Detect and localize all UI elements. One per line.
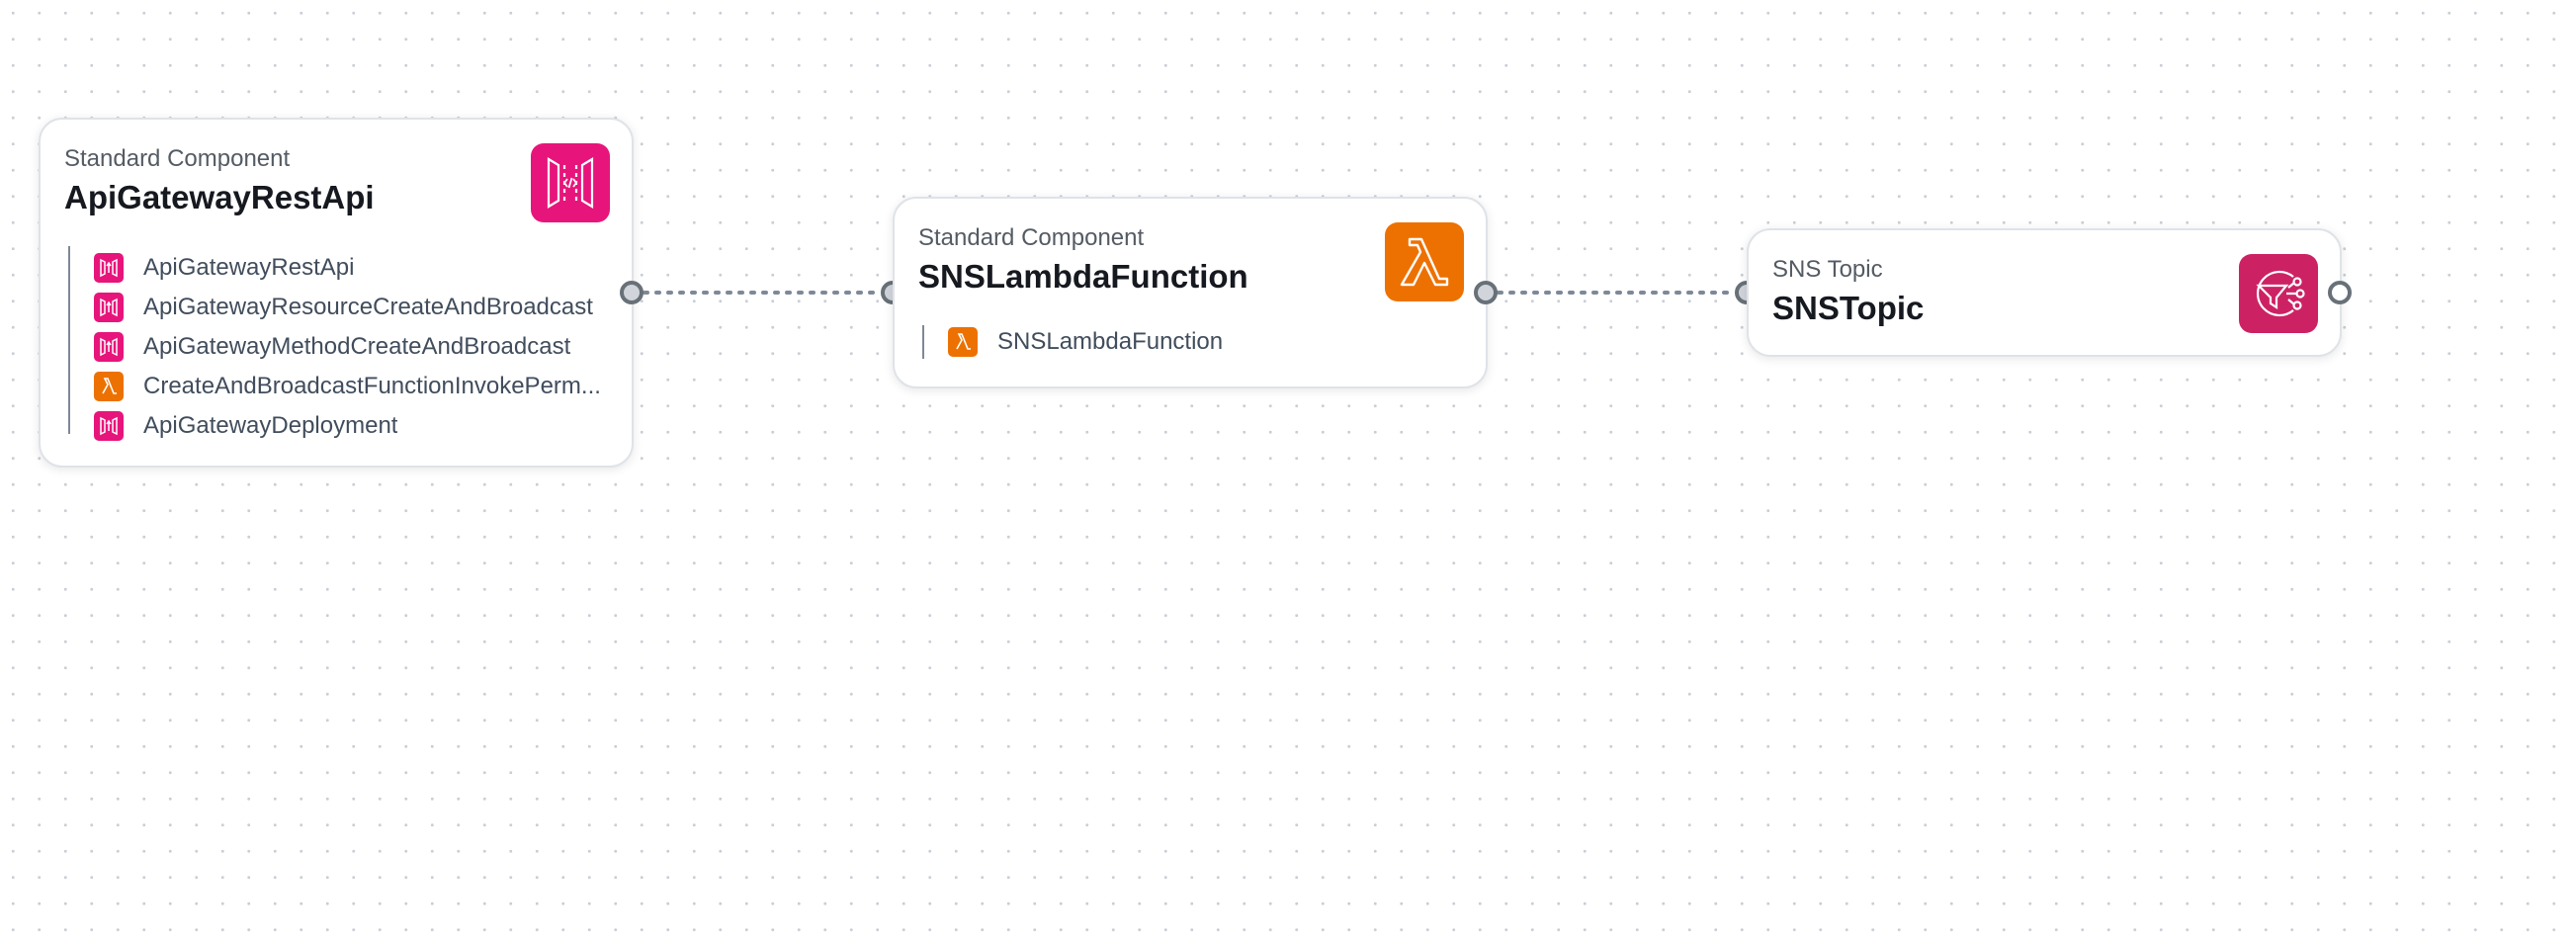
node-type-label: Standard Component	[918, 224, 1145, 251]
list-item[interactable]: SNSLambdaFunction	[948, 327, 1223, 357]
sns-icon	[2239, 254, 2318, 333]
node-api-gateway-rest-api[interactable]: Standard Component ApiGatewayRestApi Api…	[39, 118, 634, 468]
api-output-port[interactable]	[620, 281, 644, 304]
api-gateway-icon	[94, 293, 124, 322]
resource-label: CreateAndBroadcastFunctionInvokePerm...	[143, 373, 601, 399]
api-gateway-icon	[94, 411, 124, 441]
lambda-icon	[94, 372, 124, 401]
resource-list: SNSLambdaFunction	[922, 325, 1458, 359]
resource-label: ApiGatewayMethodCreateAndBroadcast	[143, 333, 571, 360]
list-item[interactable]: ApiGatewayDeployment	[94, 411, 397, 441]
lambda-output-port[interactable]	[1474, 281, 1498, 304]
api-gateway-icon	[531, 143, 610, 222]
api-gateway-icon	[94, 332, 124, 362]
lambda-icon	[948, 327, 978, 357]
resource-label: ApiGatewayResourceCreateAndBroadcast	[143, 294, 593, 320]
node-sns-lambda-function[interactable]: Standard Component SNSLambdaFunction SNS…	[893, 197, 1488, 388]
node-sns-topic[interactable]: SNS Topic SNSTopic	[1747, 228, 2342, 357]
node-title: ApiGatewayRestApi	[64, 179, 375, 215]
list-item[interactable]: CreateAndBroadcastFunctionInvokePerm...	[94, 372, 601, 401]
node-type-label: SNS Topic	[1772, 256, 1883, 283]
node-title: SNSTopic	[1772, 290, 1925, 326]
lambda-icon	[1385, 222, 1464, 301]
list-item[interactable]: ApiGatewayResourceCreateAndBroadcast	[94, 293, 593, 322]
sns-output-port[interactable]	[2328, 281, 2352, 304]
list-item[interactable]: ApiGatewayRestApi	[94, 253, 354, 283]
resource-label: ApiGatewayRestApi	[143, 254, 355, 281]
resource-label: ApiGatewayDeployment	[143, 412, 398, 439]
list-item[interactable]: ApiGatewayMethodCreateAndBroadcast	[94, 332, 570, 362]
api-gateway-icon	[94, 253, 124, 283]
resource-label: SNSLambdaFunction	[997, 328, 1224, 355]
node-type-label: Standard Component	[64, 145, 291, 172]
node-title: SNSLambdaFunction	[918, 258, 1248, 295]
resource-list: ApiGatewayRestApi ApiGatewayResourceCrea…	[68, 246, 604, 441]
